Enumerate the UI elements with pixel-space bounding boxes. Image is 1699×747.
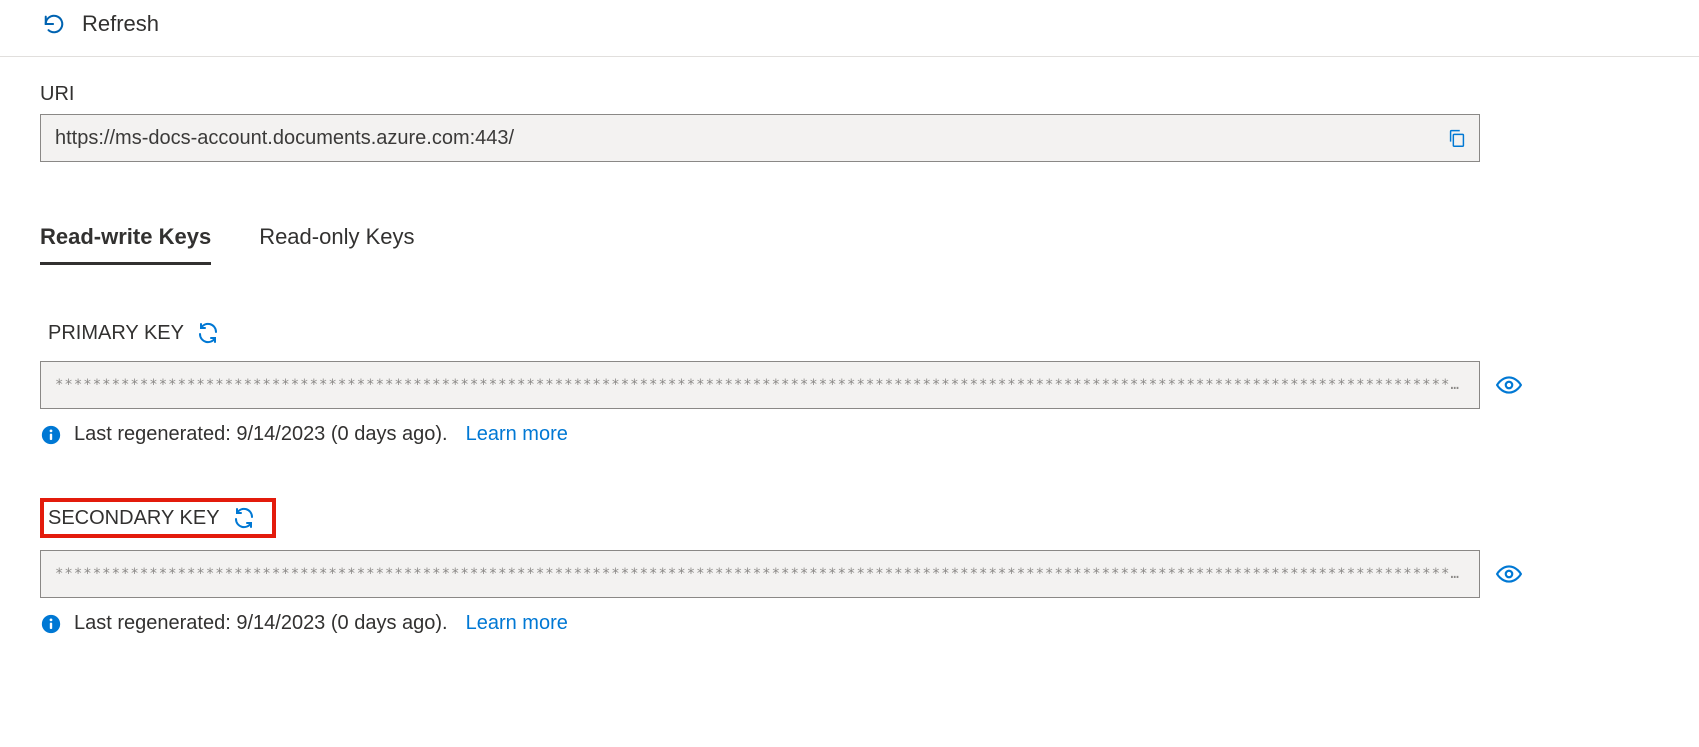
refresh-button[interactable]: Refresh [82,11,159,37]
primary-key-info: Last regenerated: 9/14/2023 (0 days ago)… [40,423,1659,446]
secondary-key-field[interactable]: ****************************************… [40,550,1480,598]
secondary-key-learn-more-link[interactable]: Learn more [466,612,568,635]
primary-key-header: PRIMARY KEY [40,317,1659,349]
primary-key-learn-more-link[interactable]: Learn more [466,423,568,446]
copy-uri-button[interactable] [1435,115,1479,161]
primary-key-input-row: ****************************************… [40,361,1659,409]
show-primary-key-button[interactable] [1496,372,1522,398]
secondary-key-label: SECONDARY KEY [48,507,220,530]
uri-field-row [40,114,1480,162]
regenerate-secondary-key-button[interactable] [232,506,256,530]
secondary-key-value: ****************************************… [55,566,1465,582]
secondary-key-status: Last regenerated: 9/14/2023 (0 days ago)… [74,612,448,635]
secondary-key-block: SECONDARY KEY **************************… [40,498,1659,635]
primary-key-status: Last regenerated: 9/14/2023 (0 days ago)… [74,423,448,446]
primary-key-value: ****************************************… [55,377,1465,393]
primary-key-block: PRIMARY KEY ****************************… [40,317,1659,446]
primary-key-field[interactable]: ****************************************… [40,361,1480,409]
toolbar: Refresh [0,0,1699,57]
tab-read-write-keys[interactable]: Read-write Keys [40,224,211,265]
secondary-key-info: Last regenerated: 9/14/2023 (0 days ago)… [40,612,1659,635]
uri-block: URI [40,83,1659,162]
uri-label: URI [40,83,1659,106]
refresh-icon[interactable] [40,10,68,38]
uri-input[interactable] [41,115,1435,161]
info-icon [40,613,62,635]
primary-key-label: PRIMARY KEY [48,322,184,345]
secondary-key-header: SECONDARY KEY [40,498,276,538]
tabs: Read-write Keys Read-only Keys [40,224,1659,265]
secondary-key-input-row: ****************************************… [40,550,1659,598]
info-icon [40,424,62,446]
tab-read-only-keys[interactable]: Read-only Keys [259,224,414,265]
regenerate-primary-key-button[interactable] [196,321,220,345]
show-secondary-key-button[interactable] [1496,561,1522,587]
